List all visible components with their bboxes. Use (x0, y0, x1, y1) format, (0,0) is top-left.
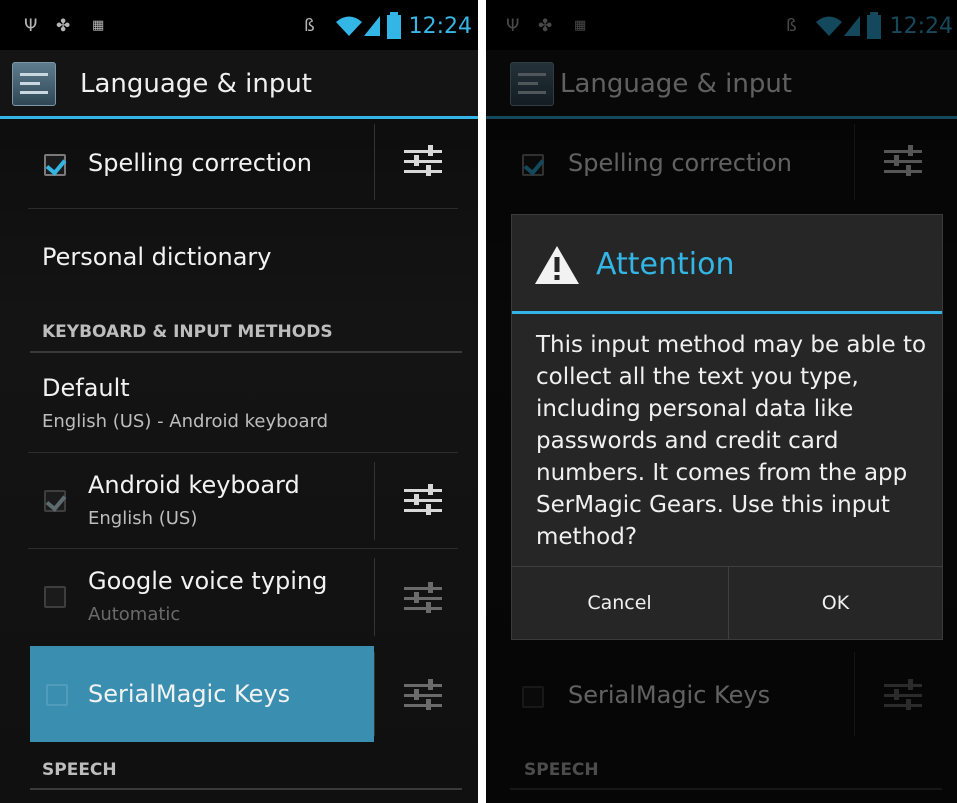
google-voice-typing-row[interactable]: Google voice typing Automatic (28, 550, 466, 644)
speech-section-header: SPEECH (42, 760, 117, 780)
spelling-correction-label: Spelling correction (88, 149, 312, 177)
default-summary: English (US) - Android keyboard (42, 411, 329, 432)
row-divider-vertical (374, 124, 375, 200)
ok-button[interactable]: OK (728, 567, 942, 639)
google-voice-summary: Automatic (88, 604, 181, 625)
list-divider (28, 548, 458, 549)
personal-dictionary-label: Personal dictionary (42, 243, 272, 271)
action-bar: Language & input (0, 50, 478, 116)
default-input-row[interactable]: Default English (US) - Android keyboard (28, 355, 466, 451)
page-title: Language & input (80, 69, 312, 99)
signal-icon (364, 16, 380, 36)
android-keyboard-settings-icon[interactable] (404, 482, 442, 520)
settings-screen: Ψ ✤ ▦ ß 12:24 Language & input Spelling … (0, 0, 478, 803)
row-divider-vertical (374, 652, 375, 736)
row-divider-vertical (374, 462, 375, 540)
warning-icon (535, 246, 579, 284)
android-keyboard-row[interactable]: Android keyboard English (US) (28, 454, 466, 548)
serialmagic-title: SerialMagic Keys (88, 680, 291, 708)
keyboard-section-header: KEYBOARD & INPUT METHODS (42, 322, 333, 342)
dialog-title-divider (512, 311, 942, 314)
list-divider (28, 452, 458, 453)
settings-app-icon[interactable] (12, 62, 56, 106)
android-debug-icon: ✤ (56, 16, 71, 36)
default-title: Default (42, 374, 130, 402)
usb-icon: Ψ (24, 16, 38, 36)
image-notification-icon: ▦ (92, 18, 105, 33)
dialog-message: This input method may be able to collect… (536, 332, 927, 550)
status-bar: Ψ ✤ ▦ ß 12:24 (0, 0, 478, 50)
dialog-title: Attention (596, 247, 735, 282)
cancel-button[interactable]: Cancel (512, 567, 727, 639)
dialog-header: Attention (512, 215, 942, 311)
list-divider (28, 208, 458, 209)
attention-dialog: Attention This input method may be able … (511, 214, 943, 640)
serialmagic-checkbox[interactable] (46, 684, 68, 706)
settings-screen-with-dialog: Ψ ✤ ▦ ß 12:24 Language & input Spelling … (486, 0, 957, 803)
serialmagic-settings-icon[interactable] (404, 677, 442, 715)
section-divider (30, 788, 462, 790)
action-bar-divider (0, 116, 478, 119)
google-voice-checkbox[interactable] (44, 586, 66, 608)
bluetooth-icon: ß (304, 16, 315, 36)
spelling-correction-checkbox[interactable] (44, 154, 66, 176)
screenshot-pair: Ψ ✤ ▦ ß 12:24 Language & input Spelling … (0, 0, 957, 803)
screen-gap (478, 0, 486, 803)
dialog-button-bar: Cancel OK (512, 566, 942, 639)
wifi-icon (336, 16, 362, 36)
clock: 12:24 (408, 14, 472, 39)
serialmagic-keys-row[interactable]: SerialMagic Keys (30, 646, 374, 742)
android-keyboard-summary: English (US) (88, 508, 198, 529)
android-keyboard-title: Android keyboard (88, 471, 300, 499)
spelling-correction-row[interactable]: Spelling correction (28, 122, 466, 208)
battery-icon (387, 12, 401, 39)
spelling-settings-icon[interactable] (404, 143, 442, 181)
row-divider-vertical (374, 558, 375, 636)
google-voice-settings-icon[interactable] (404, 580, 442, 618)
google-voice-title: Google voice typing (88, 567, 328, 595)
section-divider (30, 351, 462, 353)
personal-dictionary-row[interactable]: Personal dictionary (28, 210, 466, 302)
android-keyboard-checkbox[interactable] (44, 490, 66, 512)
